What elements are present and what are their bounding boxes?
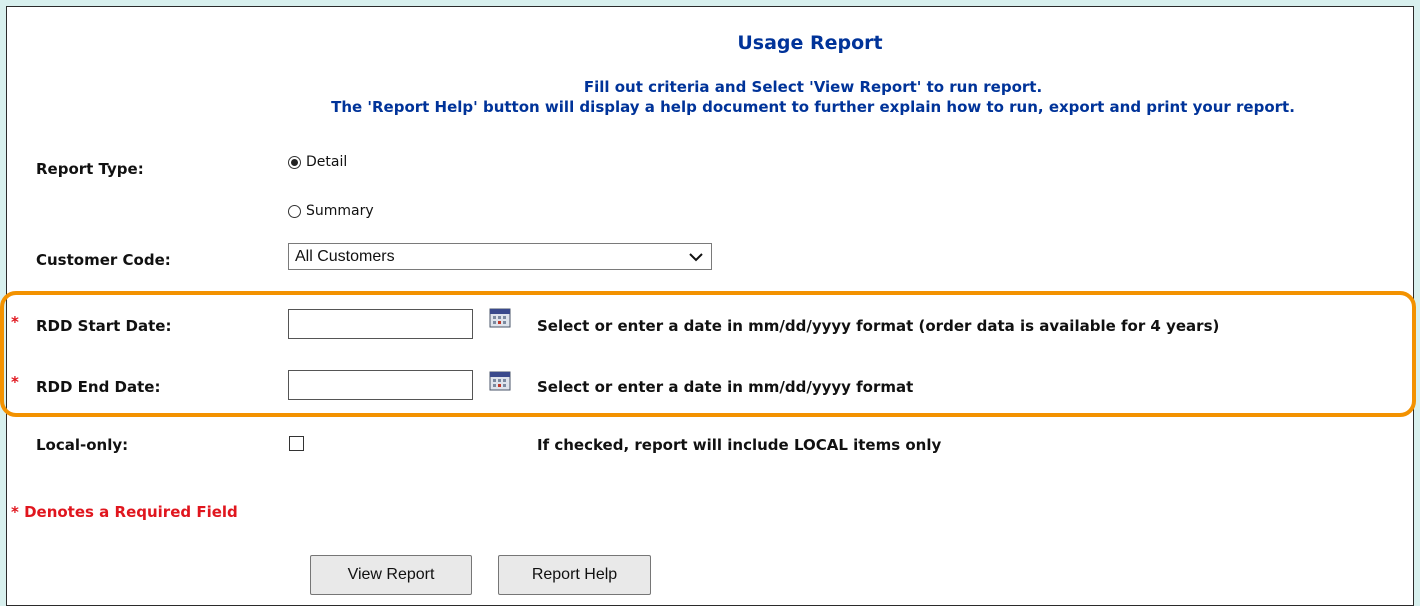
rdd-start-date-input[interactable] <box>288 309 473 339</box>
rdd-end-date-hint: Select or enter a date in mm/dd/yyyy for… <box>537 378 914 396</box>
instructions-line-2: The 'Report Help' button will display a … <box>331 98 1295 116</box>
rdd-end-date-label: RDD End Date: <box>36 378 161 396</box>
instructions-line-1: Fill out criteria and Select 'View Repor… <box>583 78 1043 96</box>
customer-code-select[interactable]: All Customers <box>288 243 712 270</box>
radio-selected-dot <box>291 158 298 166</box>
rdd-start-date-hint: Select or enter a date in mm/dd/yyyy for… <box>537 317 1220 335</box>
chevron-down-icon <box>689 253 703 262</box>
radio-summary[interactable]: Summary <box>288 203 374 219</box>
required-marker: * <box>11 313 19 331</box>
required-field-note: * Denotes a Required Field <box>11 503 238 521</box>
customer-code-value: All Customers <box>295 247 395 265</box>
local-only-checkbox[interactable] <box>289 436 304 451</box>
calendar-icon[interactable] <box>489 369 511 391</box>
radio-detail-label: Detail <box>306 154 348 170</box>
customer-code-label: Customer Code: <box>36 251 171 269</box>
rdd-end-date-input[interactable] <box>288 370 473 400</box>
view-report-button[interactable]: View Report <box>310 555 472 595</box>
radio-detail[interactable]: Detail <box>288 154 347 170</box>
date-range-highlight <box>0 291 1416 417</box>
radio-detail-control[interactable] <box>288 155 301 169</box>
radio-summary-control[interactable] <box>288 204 301 218</box>
required-marker: * <box>11 373 19 391</box>
report-help-button[interactable]: Report Help <box>498 555 651 595</box>
local-only-label: Local-only: <box>36 436 129 454</box>
page-title: Usage Report <box>737 32 883 54</box>
local-only-hint: If checked, report will include LOCAL it… <box>537 436 942 454</box>
rdd-start-date-label: RDD Start Date: <box>36 317 172 335</box>
report-type-label: Report Type: <box>36 160 144 178</box>
calendar-icon[interactable] <box>489 306 511 328</box>
radio-summary-label: Summary <box>306 203 374 219</box>
